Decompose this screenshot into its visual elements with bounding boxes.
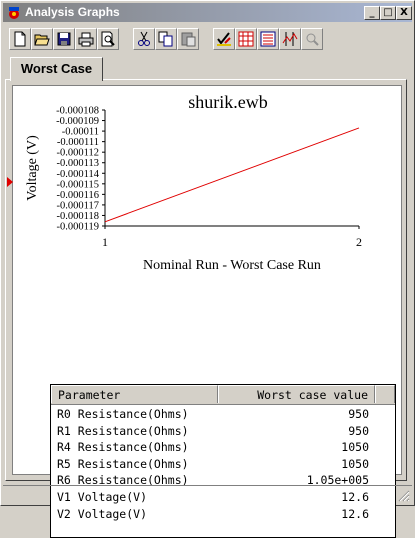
y-tick-label: -0.000116 [57,190,99,201]
save-icon [57,32,71,46]
open-icon [34,34,50,46]
parameter-cell: V2 Voltage(V) [57,506,148,521]
open-button[interactable] [31,28,53,50]
y-tick-label: -0.000112 [57,148,99,159]
table-row[interactable]: V2 Voltage(V) 12.6 [51,506,395,523]
table-header: Parameter Worst case value [51,385,395,405]
copy-button[interactable] [155,28,177,50]
y-axis-label: Voltage (V) [25,135,40,201]
table-row[interactable]: R4 Resistance(Ohms) 1050 [51,439,395,456]
new-button[interactable] [9,28,31,50]
tab-panel-worst-case: shurik.ewb -0.000108 -0.000109 -0.00011 -0.… [5,79,407,538]
value-cell: 12.6 [341,506,369,521]
print-preview-button[interactable] [97,28,119,50]
y-tick-label: -0.000119 [57,222,99,233]
parameter-cell: R5 Resistance(Ohms) [57,456,189,471]
resize-grip-icon[interactable] [398,490,410,502]
y-tick-label: -0.000114 [57,169,100,180]
properties-icon [217,32,231,46]
cursors-icon [282,32,298,46]
value-cell: 950 [348,423,369,438]
y-tick-label: -0.000118 [57,211,99,222]
value-cell: 1050 [341,440,369,455]
y-tick-label: -0.000117 [57,200,99,211]
graph-area[interactable]: shurik.ewb -0.000108 -0.000109 -0.00011 -0.… [12,85,402,538]
grid-button[interactable] [235,28,257,50]
column-header-spacer [375,385,395,403]
table-row[interactable]: R5 Resistance(Ohms) 1050 [51,456,395,473]
column-header-parameter[interactable]: Parameter [51,385,218,403]
worst-case-chart[interactable]: -0.000108-0.000109-0.00011-0.000111-0.00… [13,86,401,286]
print-preview-icon [101,31,115,47]
legend-button[interactable] [257,28,279,50]
save-button[interactable] [53,28,75,50]
window-title: Analysis Graphs [25,5,120,19]
table-row[interactable]: R0 Resistance(Ohms) 950 [51,406,395,423]
parameter-cell: R1 Resistance(Ohms) [57,423,189,438]
table-row[interactable]: R1 Resistance(Ohms) 950 [51,423,395,440]
parameter-cell: R0 Resistance(Ohms) [57,407,189,421]
cursor-marker[interactable] [7,177,13,187]
zoom-icon [306,33,319,46]
series-line [104,127,360,223]
x-tick-label: 2 [356,235,362,249]
copy-icon [158,31,173,47]
cut-button[interactable] [133,28,155,50]
print-icon [78,32,94,47]
analysis-graphs-app-icon [9,7,19,19]
print-button[interactable] [75,28,97,50]
worst-case-table: Parameter Worst case value R0 Resistance… [50,384,396,538]
close-button[interactable]: X [396,6,412,20]
value-cell: 1050 [341,456,369,471]
maximize-button[interactable]: □ [380,6,396,20]
new-icon [14,31,26,47]
cursors-button[interactable] [279,28,301,50]
y-tick-label: -0.000109 [56,116,99,127]
column-header-worst-case-value[interactable]: Worst case value [218,385,375,403]
cut-icon [138,31,150,46]
y-tick-label: -0.000113 [57,158,99,169]
properties-button[interactable] [213,28,235,50]
paste-button[interactable] [177,28,199,50]
value-cell: 950 [348,407,369,421]
x-axis-label: Nominal Run - Worst Case Run [143,258,321,273]
y-tick-label: -0.000115 [57,179,99,190]
tab-worst-case[interactable]: Worst Case [10,57,103,81]
zoom-button[interactable] [301,28,323,50]
parameter-cell: R4 Resistance(Ohms) [57,440,189,455]
paste-icon [181,32,196,47]
grid-icon [238,31,254,47]
title-bar[interactable]: Analysis Graphs _ □ X [3,3,412,22]
status-bar [3,485,412,504]
legend-icon [260,31,276,47]
y-tick-label: -0.00011 [62,127,99,138]
x-tick-label: 1 [102,235,108,249]
y-tick-label: -0.000111 [57,137,99,148]
graph-tabs: Worst Case shurik.ewb -0.000108 -0.000109… [5,57,411,538]
y-tick-label: -0.000108 [56,106,99,117]
analysis-graphs-window: Analysis Graphs _ □ X Worst Case shurik.… [0,0,415,538]
minimize-button[interactable]: _ [364,6,380,20]
